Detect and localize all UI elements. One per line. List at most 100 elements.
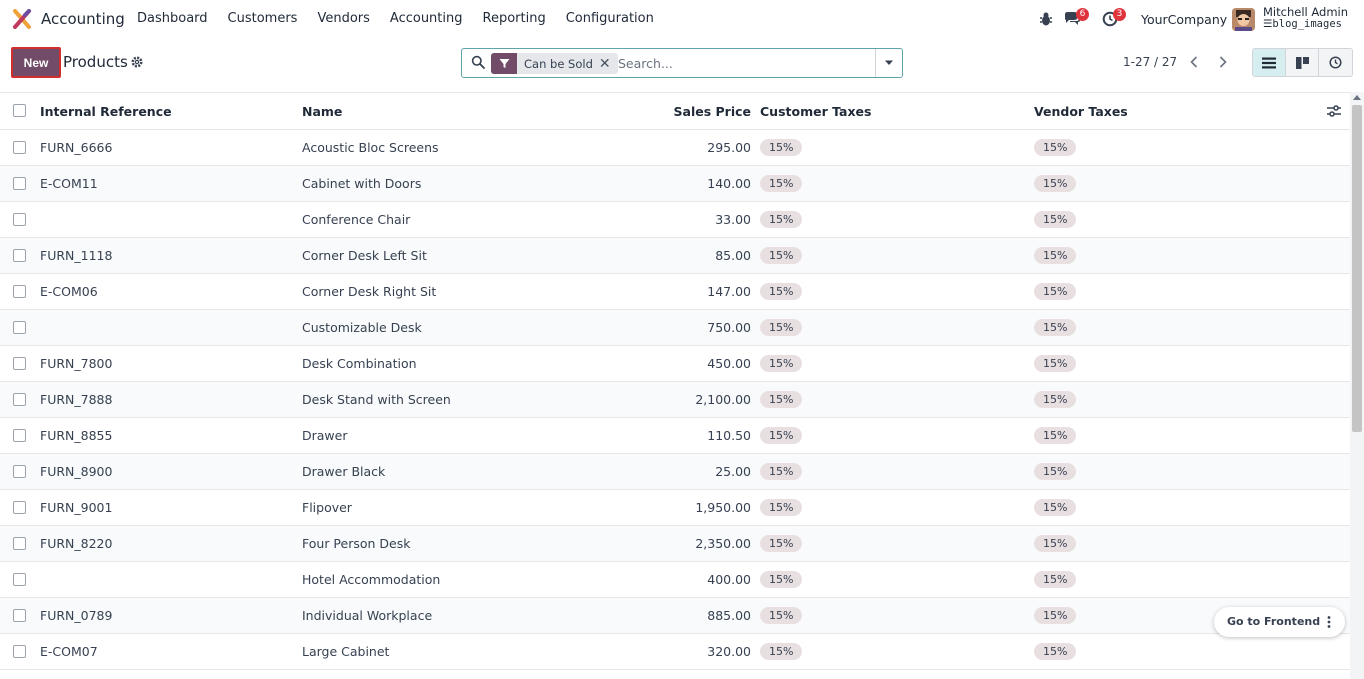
table-row[interactable]: FURN_1118 Corner Desk Left Sit 85.00 15% 15% <box>0 238 1350 274</box>
cell-name[interactable]: Customizable Desk <box>302 320 422 335</box>
vendor-tax-tag[interactable]: 15% <box>1034 283 1077 300</box>
cell-name[interactable]: Hotel Accommodation <box>302 572 440 587</box>
go-to-frontend-button[interactable]: Go to Frontend <box>1227 615 1320 628</box>
cell-name[interactable]: Four Person Desk <box>302 536 410 551</box>
cell-sales-price[interactable]: 320.00 <box>707 644 751 659</box>
cell-name[interactable]: Flipover <box>302 500 352 515</box>
activity-view-button[interactable] <box>1319 49 1352 76</box>
cell-internal-reference[interactable]: FURN_8220 <box>40 536 112 551</box>
row-checkbox[interactable] <box>13 285 26 298</box>
vendor-tax-tag[interactable]: 15% <box>1034 139 1077 156</box>
user-name[interactable]: Mitchell Admin <box>1263 5 1348 19</box>
row-checkbox[interactable] <box>13 429 26 442</box>
vendor-tax-tag[interactable]: 15% <box>1034 499 1077 516</box>
vendor-tax-tag[interactable]: 15% <box>1034 571 1077 588</box>
app-logo-icon[interactable] <box>12 9 32 29</box>
cell-name[interactable]: Desk Combination <box>302 356 417 371</box>
cell-sales-price[interactable]: 140.00 <box>707 176 751 191</box>
vendor-tax-tag[interactable]: 15% <box>1034 319 1077 336</box>
select-all-checkbox[interactable] <box>13 104 26 117</box>
app-name[interactable]: Accounting <box>41 10 125 28</box>
cell-internal-reference[interactable]: FURN_1118 <box>40 248 112 263</box>
header-customer-taxes[interactable]: Customer Taxes <box>760 104 871 119</box>
menu-configuration[interactable]: Configuration <box>566 11 654 26</box>
table-row[interactable]: E-COM11 Cabinet with Doors 140.00 15% 15% <box>0 166 1350 202</box>
cell-name[interactable]: Individual Workplace <box>302 608 432 623</box>
table-row[interactable]: E-COM06 Corner Desk Right Sit 147.00 15% 15% <box>0 274 1350 310</box>
cell-internal-reference[interactable]: FURN_7800 <box>40 356 112 371</box>
customer-tax-tag[interactable]: 15% <box>760 463 803 480</box>
header-vendor-taxes[interactable]: Vendor Taxes <box>1034 104 1128 119</box>
new-button[interactable]: New <box>11 47 61 78</box>
cell-name[interactable]: Cabinet with Doors <box>302 176 421 191</box>
cell-name[interactable]: Large Cabinet <box>302 644 389 659</box>
kanban-view-button[interactable] <box>1286 49 1319 76</box>
bug-icon[interactable] <box>1039 11 1053 27</box>
more-options-button[interactable] <box>1318 611 1340 633</box>
scroll-up-icon[interactable] <box>1353 95 1361 100</box>
customer-tax-tag[interactable]: 15% <box>760 643 803 660</box>
cell-sales-price[interactable]: 295.00 <box>707 140 751 155</box>
facet-remove-icon[interactable]: ✕ <box>599 56 618 72</box>
user-avatar[interactable] <box>1232 8 1255 31</box>
cell-internal-reference[interactable]: FURN_7888 <box>40 392 112 407</box>
customer-tax-tag[interactable]: 15% <box>760 607 803 624</box>
pager-value[interactable]: 1-27 / 27 <box>1123 55 1177 69</box>
cell-name[interactable]: Corner Desk Left Sit <box>302 248 427 263</box>
cell-name[interactable]: Drawer <box>302 428 347 443</box>
table-row[interactable]: FURN_8900 Drawer Black 25.00 15% 15% <box>0 454 1350 490</box>
cell-sales-price[interactable]: 450.00 <box>707 356 751 371</box>
row-checkbox[interactable] <box>13 249 26 262</box>
table-row[interactable]: E-COM07 Large Cabinet 320.00 15% 15% <box>0 634 1350 670</box>
vendor-tax-tag[interactable]: 15% <box>1034 391 1077 408</box>
cell-sales-price[interactable]: 1,950.00 <box>695 500 751 515</box>
cell-name[interactable]: Corner Desk Right Sit <box>302 284 436 299</box>
row-checkbox[interactable] <box>13 645 26 658</box>
search-icon[interactable] <box>471 55 485 69</box>
table-row[interactable]: FURN_6666 Acoustic Bloc Screens 295.00 15% 1… <box>0 130 1350 166</box>
customer-tax-tag[interactable]: 15% <box>760 175 803 192</box>
vendor-tax-tag[interactable]: 15% <box>1034 427 1077 444</box>
vendor-tax-tag[interactable]: 15% <box>1034 211 1077 228</box>
row-checkbox[interactable] <box>13 357 26 370</box>
cell-name[interactable]: Drawer Black <box>302 464 385 479</box>
row-checkbox[interactable] <box>13 213 26 226</box>
header-internal-reference[interactable]: Internal Reference <box>40 104 172 119</box>
pager-next-button[interactable] <box>1209 49 1237 75</box>
vendor-tax-tag[interactable]: 15% <box>1034 247 1077 264</box>
cell-internal-reference[interactable]: E-COM07 <box>40 644 98 659</box>
menu-customers[interactable]: Customers <box>228 11 298 26</box>
cell-sales-price[interactable]: 85.00 <box>715 248 751 263</box>
cell-sales-price[interactable]: 2,100.00 <box>695 392 751 407</box>
customer-tax-tag[interactable]: 15% <box>760 283 803 300</box>
row-checkbox[interactable] <box>13 573 26 586</box>
customer-tax-tag[interactable]: 15% <box>760 247 803 264</box>
optional-columns-icon[interactable] <box>1327 104 1341 118</box>
cell-sales-price[interactable]: 147.00 <box>707 284 751 299</box>
vendor-tax-tag[interactable]: 15% <box>1034 463 1077 480</box>
menu-accounting[interactable]: Accounting <box>390 11 463 26</box>
cell-internal-reference[interactable]: E-COM11 <box>40 176 98 191</box>
search-input[interactable] <box>618 54 868 72</box>
menu-vendors[interactable]: Vendors <box>317 11 369 26</box>
company-switcher[interactable]: YourCompany <box>1141 12 1227 27</box>
vendor-tax-tag[interactable]: 15% <box>1034 535 1077 552</box>
row-checkbox[interactable] <box>13 465 26 478</box>
cell-name[interactable]: Acoustic Bloc Screens <box>302 140 439 155</box>
customer-tax-tag[interactable]: 15% <box>760 139 803 156</box>
cell-internal-reference[interactable]: FURN_9001 <box>40 500 112 515</box>
table-row[interactable]: FURN_8855 Drawer 110.50 15% 15% <box>0 418 1350 454</box>
search-options-toggle[interactable] <box>875 49 902 77</box>
table-row[interactable]: FURN_7800 Desk Combination 450.00 15% 15% <box>0 346 1350 382</box>
cell-sales-price[interactable]: 885.00 <box>707 608 751 623</box>
row-checkbox[interactable] <box>13 393 26 406</box>
cell-sales-price[interactable]: 110.50 <box>707 428 751 443</box>
table-row[interactable]: FURN_7888 Desk Stand with Screen 2,100.00 1… <box>0 382 1350 418</box>
customer-tax-tag[interactable]: 15% <box>760 535 803 552</box>
cell-sales-price[interactable]: 400.00 <box>707 572 751 587</box>
table-row[interactable]: FURN_9001 Flipover 1,950.00 15% 15% <box>0 490 1350 526</box>
row-checkbox[interactable] <box>13 609 26 622</box>
row-checkbox[interactable] <box>13 501 26 514</box>
gear-icon[interactable] <box>131 56 143 68</box>
customer-tax-tag[interactable]: 15% <box>760 427 803 444</box>
